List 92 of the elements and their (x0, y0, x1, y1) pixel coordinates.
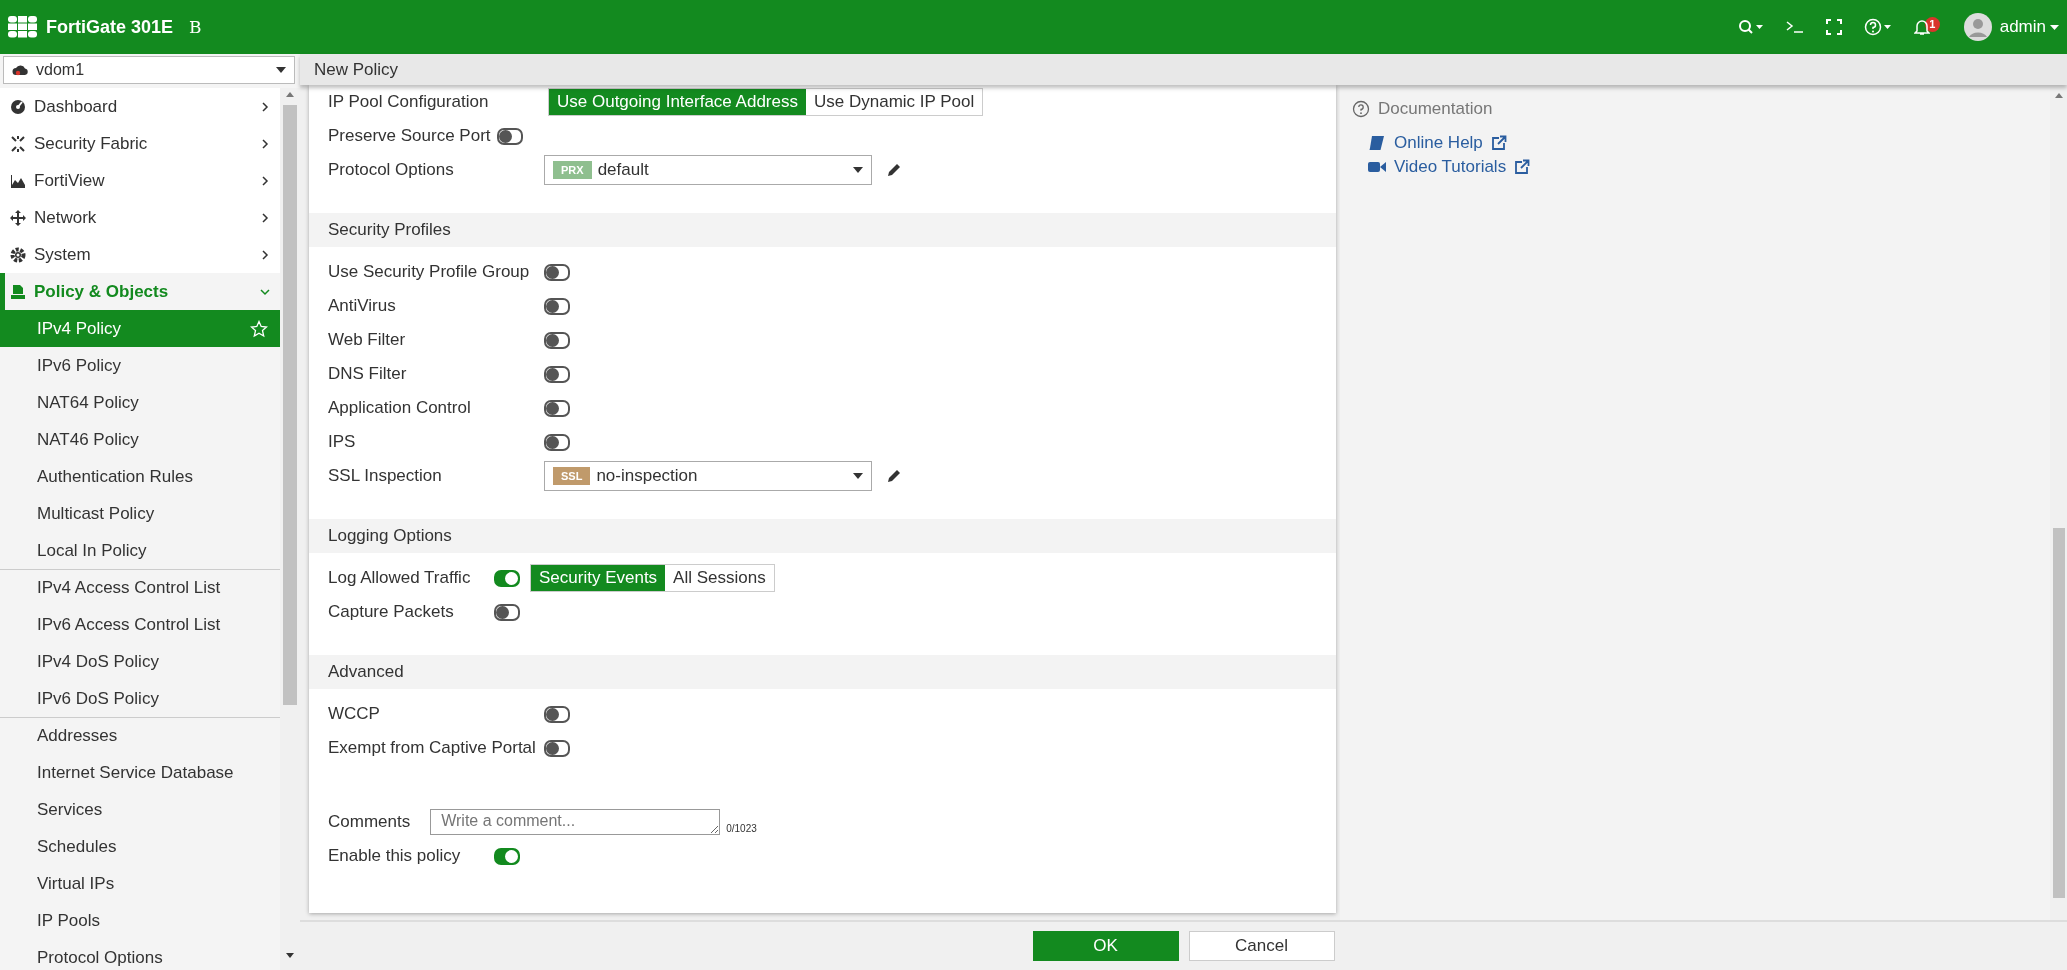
external-link-icon (1514, 159, 1531, 175)
chevron-icon (260, 212, 270, 223)
field-label: Comments (328, 812, 411, 832)
cancel-button[interactable]: Cancel (1188, 931, 1335, 961)
device-mark: B (189, 17, 202, 37)
field-label: WCCP (328, 704, 381, 724)
field-label: Preserve Source Port (328, 126, 491, 146)
video-camera-icon (1368, 159, 1386, 175)
comment-field[interactable]: Write a comment... (430, 809, 721, 835)
toggle-switch[interactable] (494, 847, 520, 865)
nav-icon (10, 282, 26, 301)
select-field[interactable]: SSL no-inspection (544, 461, 872, 491)
caret-icon (853, 167, 863, 173)
scroll-up-icon[interactable] (2054, 93, 2063, 98)
caret-icon (853, 473, 863, 479)
field-label: Application Control (328, 398, 472, 418)
nav-item[interactable]: Security Fabric (0, 125, 280, 162)
search-icon[interactable] (1737, 19, 1764, 35)
toggle-switch[interactable] (544, 297, 570, 315)
field-label: DNS Filter (328, 364, 408, 384)
toggle-switch[interactable] (496, 127, 523, 145)
cloud-icon (12, 64, 28, 76)
toggle-switch[interactable] (494, 569, 520, 587)
caret-icon (2050, 24, 2059, 30)
toggle-switch[interactable] (544, 433, 570, 451)
bell-icon[interactable] (1913, 18, 1930, 36)
pencil-icon[interactable] (886, 162, 902, 178)
field-label: Log Allowed Traffic (328, 568, 472, 588)
nav-item[interactable]: Network (0, 199, 280, 236)
chevron-icon (260, 286, 270, 297)
option-button[interactable]: Security Events (531, 565, 666, 591)
profile-badge: PRX (553, 161, 592, 179)
toggle-switch[interactable] (494, 603, 520, 621)
toggle-switch[interactable] (544, 263, 570, 281)
character-counter: 0/1023 (726, 822, 757, 834)
toggle-switch[interactable] (544, 331, 570, 349)
section-header: Advanced (309, 655, 1336, 689)
field-label: SSL Inspection (328, 466, 443, 486)
field-label: Exempt from Captive Portal (328, 738, 537, 758)
nav-icon (10, 208, 26, 227)
scrollbar-thumb[interactable] (2052, 528, 2065, 898)
toggle-switch[interactable] (544, 365, 570, 383)
user-menu[interactable]: admin (1999, 17, 2046, 37)
nav-icon (10, 97, 26, 116)
nav-item[interactable]: System (0, 236, 280, 273)
scrollbar-thumb[interactable] (283, 105, 297, 705)
field-label: IPS (328, 432, 357, 452)
book-icon (1368, 135, 1386, 151)
chevron-icon (260, 249, 270, 260)
field-label: AntiVirus (328, 296, 397, 316)
toggle-switch[interactable] (544, 705, 570, 723)
field-label: Capture Packets (328, 602, 455, 622)
product-name: FortiGate 301E (46, 16, 174, 38)
option-button[interactable]: Use Outgoing Interface Address (549, 89, 806, 115)
select-field[interactable]: PRX default (544, 155, 872, 185)
caret-icon (276, 67, 286, 73)
toggle-switch[interactable] (544, 399, 570, 417)
panel-title: Documentation (1378, 99, 1493, 119)
chevron-icon (260, 175, 270, 186)
nav-item[interactable]: FortiView (0, 162, 280, 199)
toggle-switch[interactable] (544, 739, 570, 757)
doc-link[interactable]: Online Help (1352, 133, 2038, 153)
page-title: New Policy (300, 54, 2067, 85)
scroll-down-icon[interactable] (286, 953, 294, 958)
terminal-icon[interactable] (1785, 20, 1804, 34)
avatar-icon[interactable] (1963, 13, 1992, 41)
field-label: Web Filter (328, 330, 407, 350)
field-label: IP Pool Configuration (328, 92, 490, 112)
field-label: Use Security Profile Group (328, 262, 531, 282)
star-icon[interactable] (250, 319, 268, 338)
doc-link[interactable]: Video Tutorials (1352, 157, 2038, 177)
logo-icon (8, 16, 38, 38)
nav-icon (10, 245, 26, 264)
profile-badge: SSL (553, 467, 591, 485)
pencil-icon[interactable] (886, 468, 902, 484)
field-label: Enable this policy (328, 846, 462, 866)
field-label: Protocol Options (328, 160, 455, 180)
external-link-icon (1490, 135, 1507, 151)
notification-badge: 1 (1924, 16, 1940, 32)
chevron-icon (260, 138, 270, 149)
fullscreen-icon[interactable] (1825, 19, 1842, 35)
ok-button[interactable]: OK (1032, 931, 1179, 961)
help-icon[interactable] (1863, 18, 1892, 36)
nav-subitem[interactable]: IPv4 Policy (0, 310, 280, 347)
section-header: Security Profiles (309, 213, 1336, 247)
nav-item[interactable]: Dashboard (0, 88, 280, 125)
nav-icon (10, 134, 26, 153)
help-icon (1352, 100, 1370, 118)
chevron-icon (260, 101, 270, 112)
section-header: Logging Options (309, 519, 1336, 553)
scroll-up-icon[interactable] (286, 92, 294, 97)
vdom-select[interactable]: vdom1 (3, 56, 295, 84)
